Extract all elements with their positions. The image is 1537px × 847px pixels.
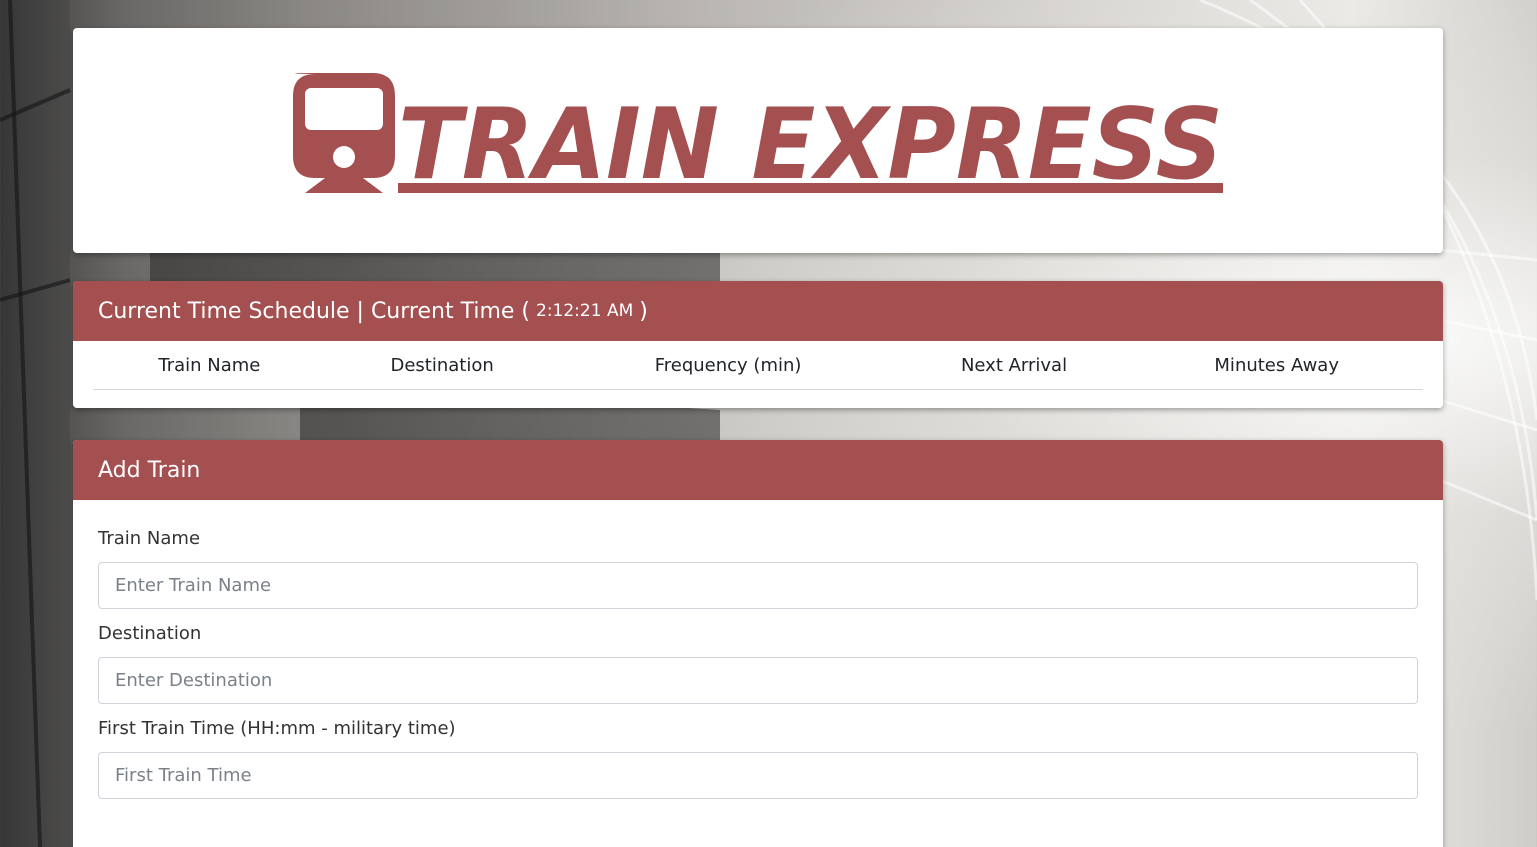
first-train-time-input[interactable] — [98, 752, 1418, 799]
add-train-form: Train Name Destination First Train Time … — [73, 500, 1443, 799]
schedule-card: Current Time Schedule | Current Time ( 2… — [73, 281, 1443, 408]
add-train-title: Add Train — [98, 457, 201, 483]
destination-input[interactable] — [98, 657, 1418, 704]
train-name-label: Train Name — [98, 528, 201, 549]
schedule-header: Current Time Schedule | Current Time ( 2… — [73, 281, 1443, 341]
col-destination: Destination — [390, 354, 494, 376]
col-frequency: Frequency (min) — [654, 354, 802, 376]
train-name-group: Train Name — [98, 528, 1418, 609]
destination-label: Destination — [98, 623, 202, 644]
train-name-input[interactable] — [98, 562, 1418, 609]
schedule-table: Train Name Destination Frequency (min) N… — [93, 341, 1423, 389]
schedule-title-suffix: ) — [639, 298, 648, 324]
col-next-arrival: Next Arrival — [960, 354, 1068, 376]
logo-card: TRAIN EXPRESS — [73, 28, 1443, 253]
destination-group: Destination — [98, 623, 1418, 704]
add-train-card: Add Train Train Name Destination First T… — [73, 440, 1443, 847]
first-train-time-group: First Train Time (HH:mm - military time) — [98, 718, 1418, 799]
col-minutes-away: Minutes Away — [1214, 354, 1339, 376]
logo-text: TRAIN EXPRESS — [398, 88, 1223, 202]
first-train-time-label: First Train Time (HH:mm - military time) — [98, 718, 456, 739]
add-train-header: Add Train — [73, 440, 1443, 500]
train-express-logo: TRAIN EXPRESS — [293, 73, 1223, 202]
col-train-name: Train Name — [158, 354, 261, 376]
table-header-row: Train Name Destination Frequency (min) N… — [93, 341, 1423, 389]
schedule-title: Current Time Schedule | Current Time ( — [98, 298, 530, 324]
current-time: 2:12:21 AM — [536, 301, 634, 321]
